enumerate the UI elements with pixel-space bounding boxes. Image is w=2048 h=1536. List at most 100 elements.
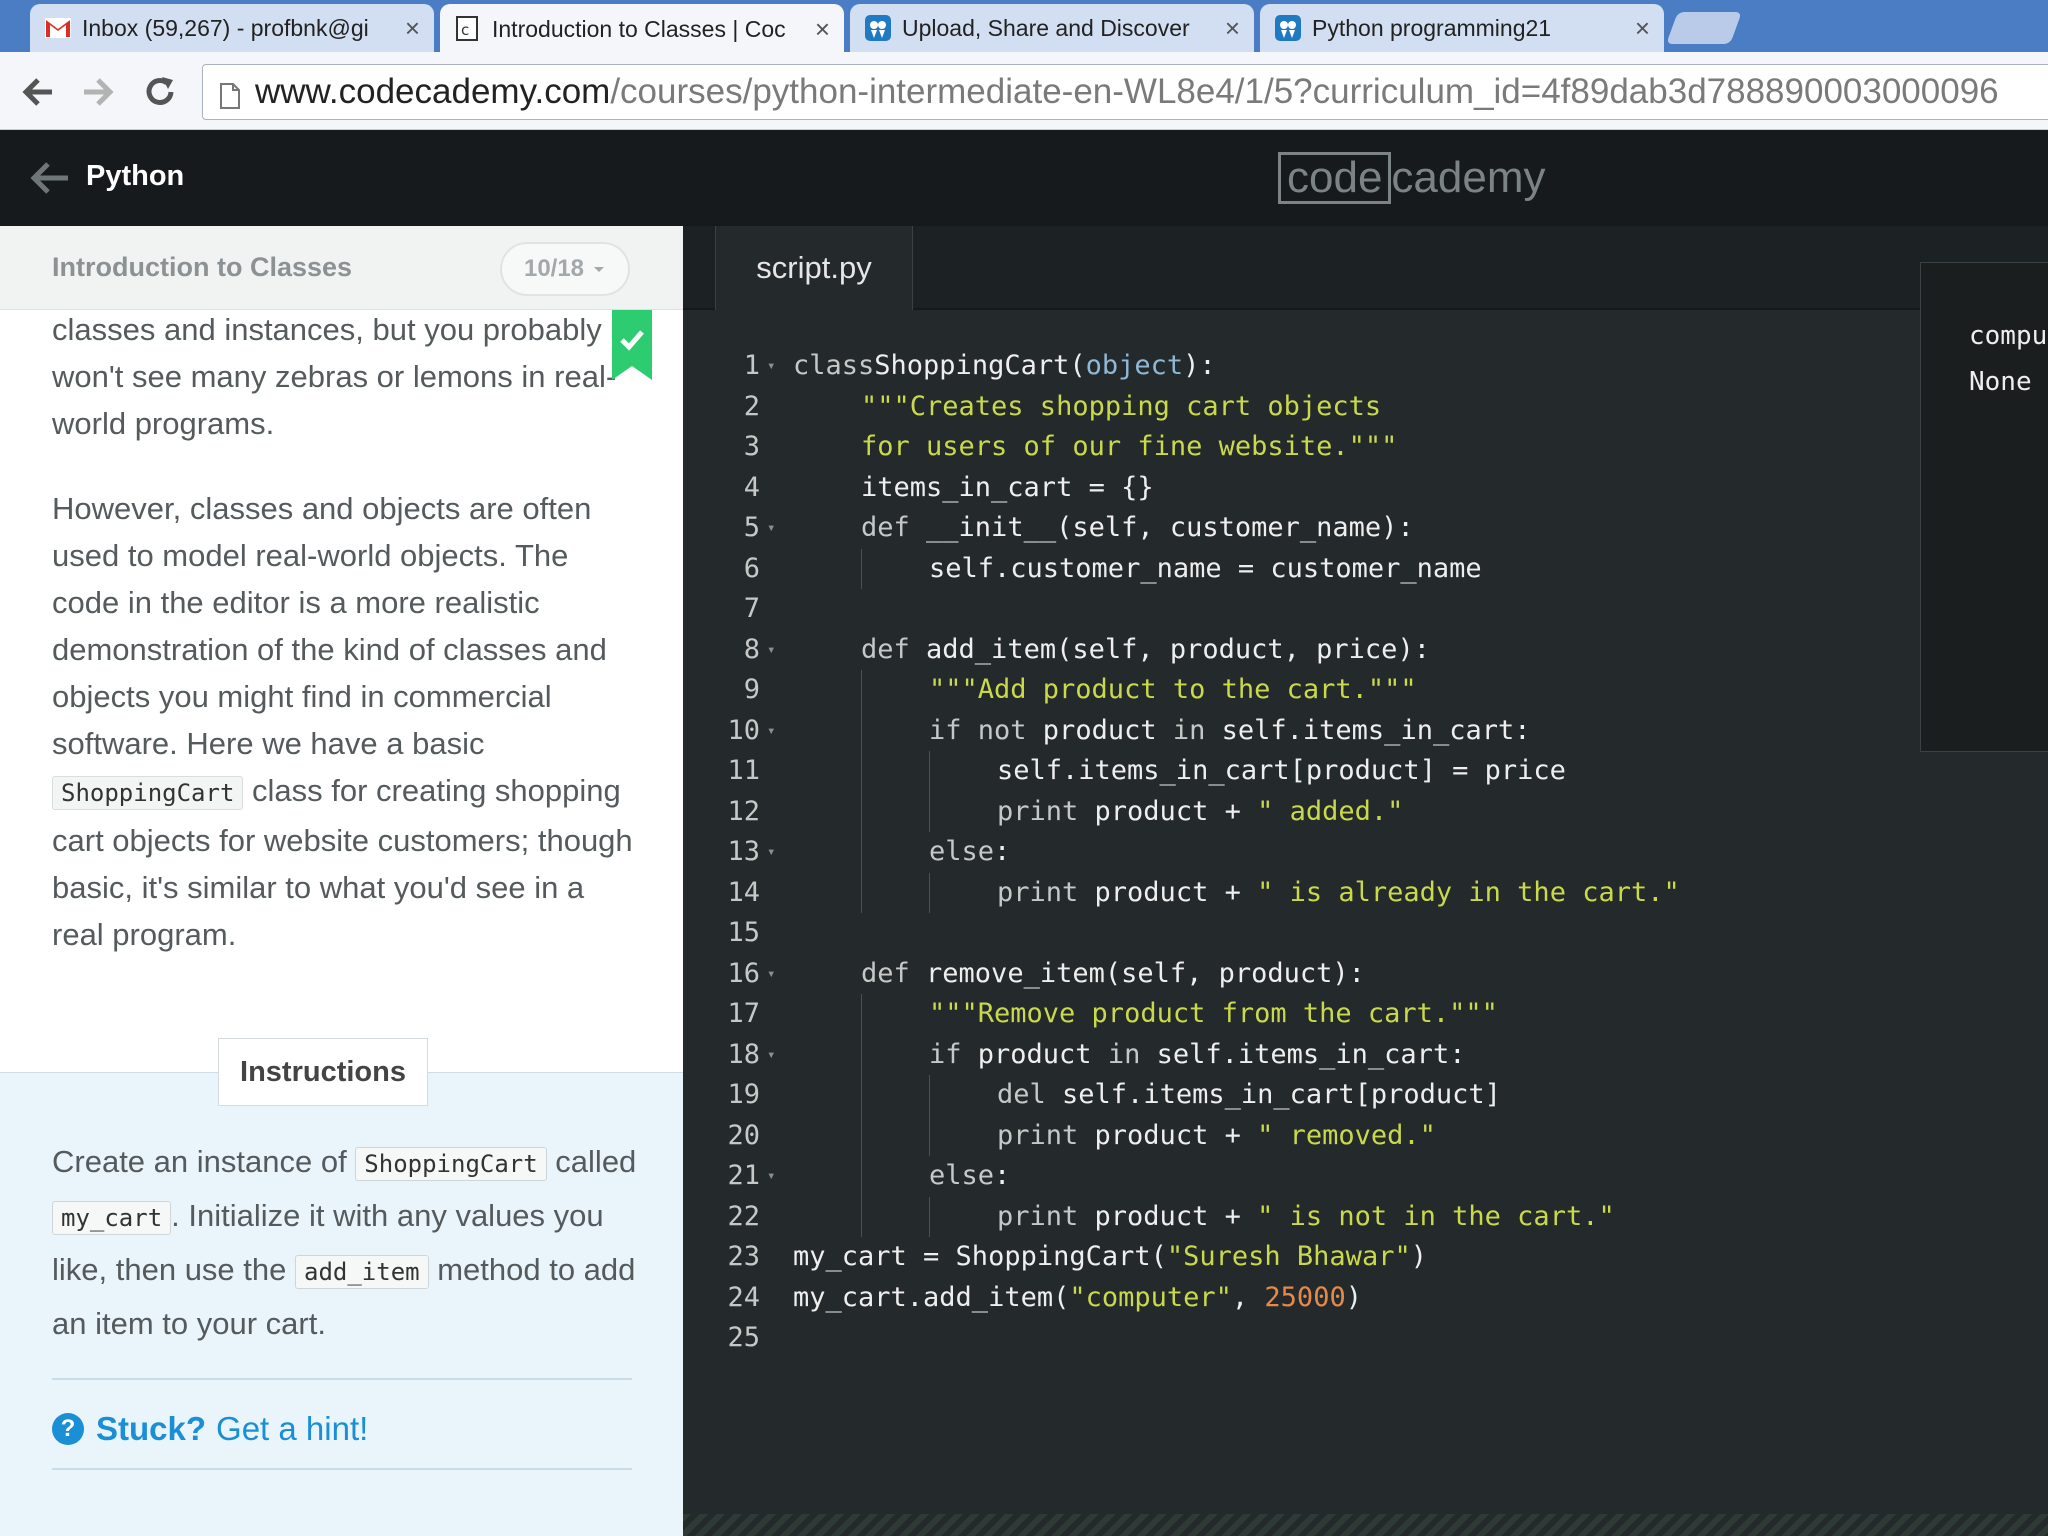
new-tab-button[interactable] <box>1666 12 1742 44</box>
code-line[interactable]: 23 my_cart = ShoppingCart("Suresh Bhawar"… <box>683 1237 2048 1278</box>
code-token: self.items_in_cart[product] <box>1045 1079 1501 1110</box>
line-number: 16 <box>727 957 760 989</box>
code-line[interactable]: 6 self.customer_name = customer_name <box>683 548 2048 590</box>
code-token: in <box>1107 1038 1141 1070</box>
output-console: computer added. None <box>1920 262 2048 752</box>
fold-arrow-icon[interactable]: ▾ <box>767 1035 775 1076</box>
tab-title: Introduction to Classes | Coc <box>492 15 786 42</box>
line-number: 1 <box>743 350 760 381</box>
fold-arrow-icon[interactable]: ▾ <box>767 954 775 995</box>
reload-button[interactable] <box>138 70 182 114</box>
code-line[interactable]: 16 ▾ def remove_item(self, product): <box>683 954 2048 995</box>
fold-arrow-icon[interactable]: ▾ <box>767 630 775 671</box>
gmail-icon <box>44 14 72 42</box>
code-text: if not product in self.items_in_cart: <box>929 711 1530 752</box>
line-number: 4 <box>743 471 760 503</box>
page-icon <box>219 79 241 119</box>
code-token: " is already in the cart." <box>1257 876 1680 908</box>
code-line[interactable]: 10 ▾ if not product in self.items_in_cart: <box>683 710 2048 752</box>
code-text: print product + " is not in the cart." <box>997 1197 1615 1238</box>
fold-arrow-icon[interactable]: ▾ <box>767 508 775 549</box>
indent-guide <box>861 791 862 832</box>
code-line[interactable]: 4 items_in_cart = {} <box>683 468 2048 509</box>
fold-arrow-icon[interactable]: ▾ <box>767 711 775 752</box>
fold-arrow-icon[interactable]: ▾ <box>767 832 775 873</box>
code-line[interactable]: 8 ▾ def add_item(self, product, price): <box>683 630 2048 671</box>
code-line[interactable]: 7 <box>683 589 2048 630</box>
code-text: items_in_cart = {} <box>861 468 1154 509</box>
tab-close-icon[interactable]: × <box>405 13 420 44</box>
code-token: in <box>1172 714 1206 746</box>
lesson-pane: classes and instances, but you probably … <box>0 226 683 1536</box>
code-line[interactable]: 25 <box>683 1318 2048 1359</box>
code-line[interactable]: 20 print product + " removed." <box>683 1115 2048 1157</box>
code-token: product <box>1026 714 1173 746</box>
code-text: else: <box>929 832 1010 873</box>
code-line[interactable]: 2 """Creates shopping cart objects <box>683 387 2048 428</box>
indent-guide <box>929 791 930 832</box>
question-icon: ? <box>52 1413 84 1445</box>
code-line[interactable]: 17 """Remove product from the cart.""" <box>683 994 2048 1035</box>
forward-button[interactable] <box>76 70 120 114</box>
progress-dropdown[interactable]: 10/18 <box>500 242 630 296</box>
code-line[interactable]: 15 <box>683 913 2048 954</box>
code-line[interactable]: 12 print product + " added." <box>683 791 2048 832</box>
code-text: if product in self.items_in_cart: <box>929 1035 1465 1076</box>
code-line[interactable]: 13 ▾ else: <box>683 832 2048 873</box>
instructions-tab[interactable]: Instructions <box>218 1038 428 1106</box>
output-line: computer added. <box>1969 321 2048 351</box>
tab-close-icon[interactable]: × <box>1635 13 1650 44</box>
tab-title: Inbox (59,267) - profbnk@gi <box>82 14 369 41</box>
indent-guide <box>929 1115 930 1156</box>
fold-arrow-icon[interactable]: ▾ <box>767 1156 775 1197</box>
code-token: " is not in the cart." <box>1257 1200 1615 1232</box>
inline-code: my_cart <box>52 1201 172 1235</box>
line-number: 11 <box>727 755 760 786</box>
code-line[interactable]: 24 my_cart.add_item("computer", 25000) <box>683 1278 2048 1319</box>
code-line[interactable]: 14 print product + " is already in the ca… <box>683 872 2048 913</box>
file-tab-script[interactable]: script.py <box>715 226 913 310</box>
address-bar[interactable]: www.codecademy.com/courses/python-interm… <box>202 64 2048 120</box>
code-line[interactable]: 22 print product + " is not in the cart." <box>683 1196 2048 1238</box>
course-name[interactable]: Python <box>86 160 184 193</box>
code-line[interactable]: 11 self.items_in_cart[product] = price <box>683 751 2048 792</box>
code-token: product + <box>1078 1200 1258 1232</box>
browser-tab-gmail[interactable]: Inbox (59,267) - profbnk@gi × <box>30 4 434 52</box>
browser-tab-slideshare-upload[interactable]: Upload, Share and Discover × <box>850 4 1254 52</box>
app-header: Python code cademy <box>0 130 2048 226</box>
code-line[interactable]: 3 for users of our fine website.""" <box>683 427 2048 468</box>
code-line[interactable]: 9 """Add product to the cart.""" <box>683 670 2048 711</box>
hint-link[interactable]: ? Stuck? Get a hint! <box>52 1410 368 1448</box>
browser-tab-codecademy[interactable]: c Introduction to Classes | Coc × <box>440 4 844 54</box>
editor-tab-bar: script.py <box>683 226 2048 310</box>
tab-close-icon[interactable]: × <box>815 14 830 45</box>
code-token: items_in_cart = {} <box>861 471 1154 503</box>
code-line[interactable]: 5 ▾ def __init__(self, customer_name): <box>683 508 2048 549</box>
code-token: for users of our fine website.""" <box>861 431 1398 462</box>
code-token: """Remove product from the cart.""" <box>929 998 1498 1029</box>
slideshare-icon <box>864 14 892 42</box>
code-line[interactable]: 18 ▾ if product in self.items_in_cart: <box>683 1034 2048 1076</box>
code-line[interactable]: 21 ▾ else: <box>683 1156 2048 1197</box>
code-text: self.customer_name = customer_name <box>929 549 1482 590</box>
code-area[interactable]: 1 ▾ classShoppingCart(object): 2 """Creates … <box>683 346 2048 1359</box>
code-token: ) <box>1345 1281 1362 1313</box>
code-line[interactable]: 1 ▾ classShoppingCart(object): <box>683 346 2048 387</box>
course-back-button[interactable] <box>30 160 70 201</box>
back-button[interactable] <box>16 70 60 114</box>
codecademy-logo[interactable]: code cademy <box>1278 152 1546 204</box>
browser-tab-slideshare-python[interactable]: Python programming21 × <box>1260 4 1664 52</box>
code-token: product <box>961 1038 1108 1070</box>
get-hint-link[interactable]: Get a hint! <box>216 1410 368 1448</box>
line-number: 6 <box>743 552 760 584</box>
indent-guide <box>861 751 862 792</box>
tab-close-icon[interactable]: × <box>1225 13 1240 44</box>
code-token: "computer" <box>1069 1281 1232 1313</box>
arrow-right-icon <box>84 78 114 106</box>
code-text: print product + " removed." <box>997 1116 1436 1157</box>
code-line[interactable]: 19 del self.items_in_cart[product] <box>683 1075 2048 1116</box>
code-text: for users of our fine website.""" <box>861 427 1397 468</box>
fold-arrow-icon[interactable]: ▾ <box>767 346 775 387</box>
completed-bookmark-icon <box>612 310 652 390</box>
code-token: : <box>994 1160 1011 1191</box>
